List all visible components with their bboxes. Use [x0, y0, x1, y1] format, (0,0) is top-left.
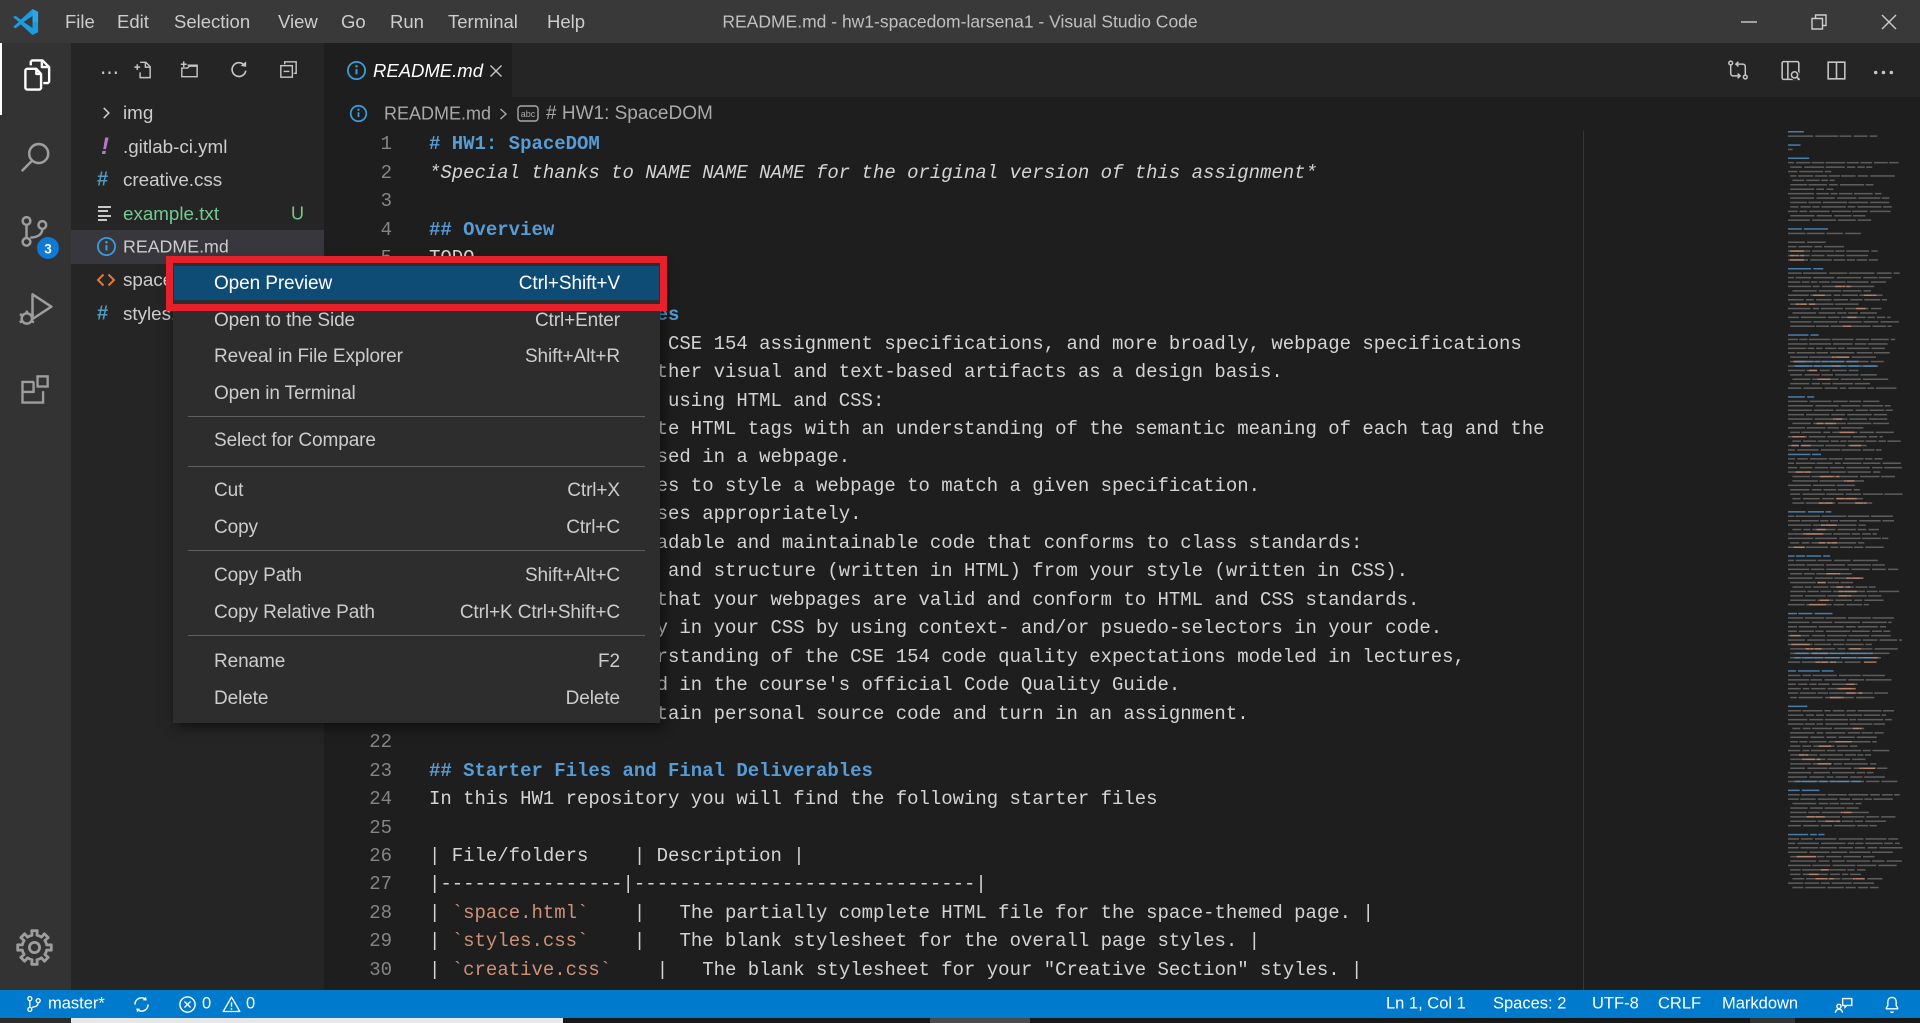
svg-text:abc: abc: [521, 109, 536, 119]
